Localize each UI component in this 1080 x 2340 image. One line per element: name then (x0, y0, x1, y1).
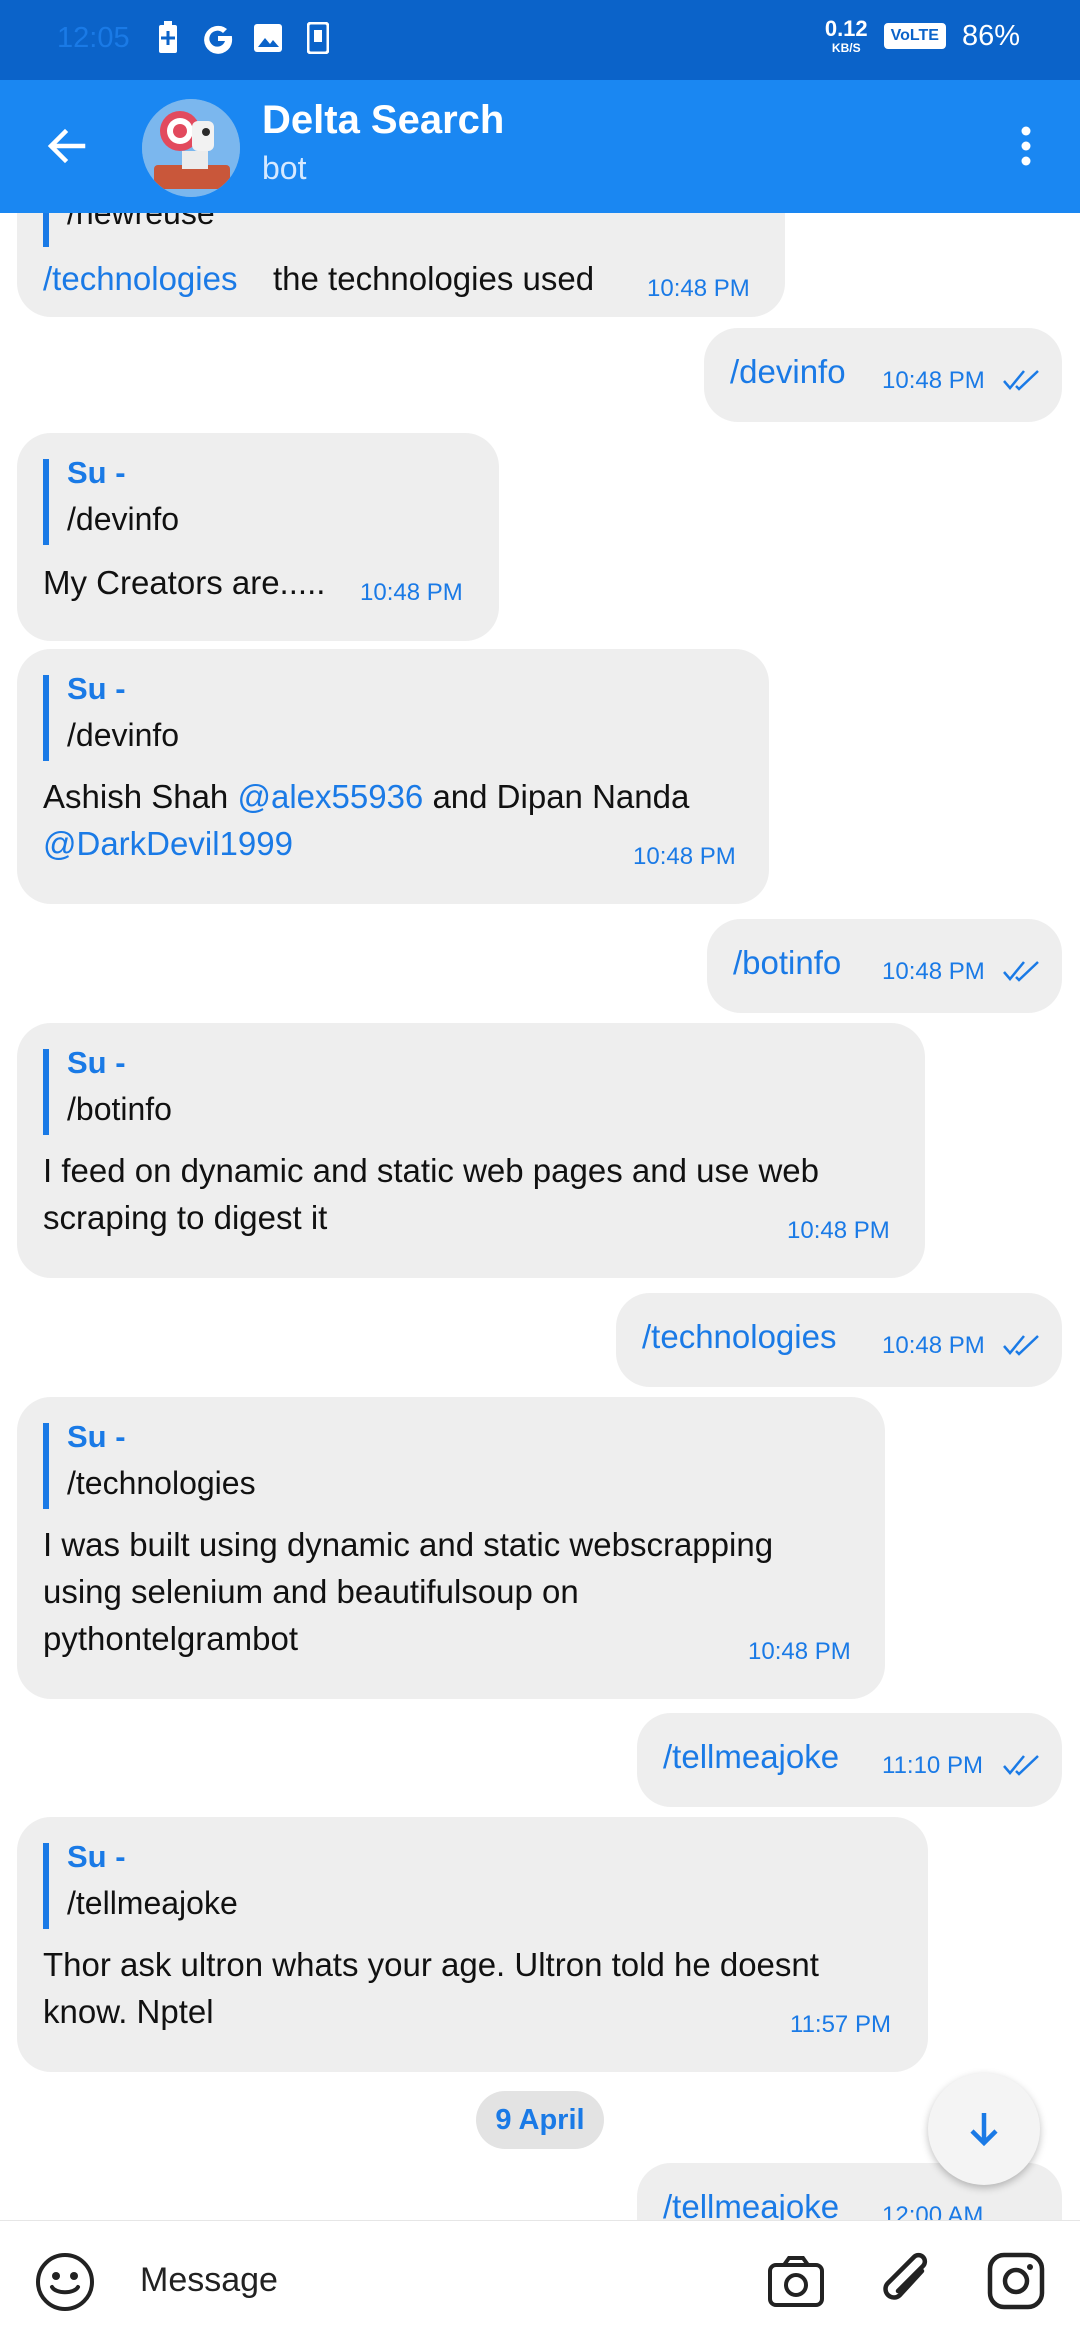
message-bubble-incoming[interactable]: Su - /devinfo My Creators are..... 10:48… (17, 433, 499, 641)
chat-title[interactable]: Delta Search (262, 98, 504, 143)
emoji-icon[interactable] (34, 2251, 96, 2313)
message-text: Ashish Shah (43, 778, 238, 815)
message-time: 10:48 PM (882, 1332, 985, 1359)
message-bubble-outgoing[interactable]: /botinfo 10:48 PM (707, 919, 1062, 1013)
reply-quote (43, 1423, 49, 1509)
camera-icon[interactable] (766, 2251, 826, 2311)
quote-author: Su - (67, 1045, 126, 1080)
message-text: and Dipan Nanda (423, 778, 690, 815)
status-right: 0.12 KB/S VoLTE 86% (824, 16, 1020, 55)
message-bubble-incoming[interactable]: Su - /technologies I was built using dyn… (17, 1397, 885, 1699)
mention-link[interactable]: @DarkDevil1999 (43, 820, 293, 867)
net-speed: 0.12 KB/S (824, 16, 868, 55)
chat-header: Delta Search bot (0, 80, 1080, 213)
reply-quote (43, 675, 49, 761)
message-text: I was built using dynamic and static web… (43, 1526, 774, 1563)
avatar[interactable] (142, 99, 240, 197)
message-text: I feed on dynamic and static web pages a… (43, 1152, 819, 1189)
message-time: 10:48 PM (647, 275, 750, 302)
quote-text: /devinfo (67, 501, 180, 537)
command-link[interactable]: /devinfo (730, 348, 846, 395)
double-check-icon (1003, 370, 1039, 391)
back-button[interactable] (34, 114, 98, 178)
status-time: 12:05 (57, 22, 130, 54)
quote-text: /devinfo (67, 717, 180, 753)
phone-notification-icon (302, 20, 334, 56)
message-text-line: Ashish Shah @alex55936 and Dipan Nanda (43, 773, 689, 820)
reply-quote (43, 459, 49, 545)
message-text: scraping to digest it (43, 1199, 328, 1236)
message-input-bar (0, 2220, 1080, 2340)
more-options-button[interactable] (994, 114, 1058, 178)
double-check-icon (1003, 961, 1039, 982)
gallery-icon (252, 20, 284, 56)
command-link[interactable]: /tellmeajoke (663, 2183, 839, 2220)
command-link[interactable]: /technologies (642, 1313, 836, 1360)
mention-link[interactable]: @alex55936 (237, 778, 423, 815)
quote-author: Su - (67, 671, 126, 706)
message-bubble-incoming[interactable]: Su - /botinfo I feed on dynamic and stat… (17, 1023, 925, 1278)
message-time: 10:48 PM (360, 579, 463, 606)
message-text: Thor ask ultron whats your age. Ultron t… (43, 1946, 819, 1983)
message-time: 10:48 PM (882, 958, 985, 985)
quote-text: /technologies (67, 1465, 256, 1501)
message-bubble-incoming[interactable]: Su - /tellmeajoke Thor ask ultron whats … (17, 1817, 928, 2072)
message-time: 10:48 PM (748, 1638, 851, 1665)
quote-text: /newreuse (67, 213, 215, 231)
quote-text: /tellmeajoke (67, 1885, 238, 1921)
battery-saver-icon (152, 20, 184, 56)
quote-text: /botinfo (67, 1091, 172, 1127)
message-text: know. Nptel (43, 1993, 214, 2030)
reply-quote (43, 213, 49, 247)
command-link[interactable]: /tellmeajoke (663, 1733, 839, 1780)
message-time: 11:57 PM (790, 2011, 891, 2038)
instagram-icon[interactable] (986, 2251, 1046, 2311)
message-time: 10:48 PM (633, 843, 736, 870)
volte-badge: VoLTE (883, 23, 946, 49)
message-bubble-outgoing[interactable]: /devinfo 10:48 PM (704, 328, 1062, 422)
quote-author: Su - (67, 1419, 126, 1454)
double-check-icon (1003, 1335, 1039, 1356)
message-text: the technologies used (273, 260, 595, 297)
chat-area[interactable]: /newreuse /technologies the technologies… (0, 213, 1080, 2220)
arrow-left-icon (47, 128, 86, 164)
robot-avatar-icon (142, 99, 240, 197)
quote-author: Su - (67, 1839, 126, 1874)
net-speed-value: 0.12 (824, 16, 868, 41)
date-separator: 9 April (476, 2091, 604, 2149)
message-time: 10:48 PM (787, 1217, 890, 1244)
message-bubble-incoming[interactable]: Su - /devinfo Ashish Shah @alex55936 and… (17, 649, 769, 904)
message-text: pythontelgrambot (43, 1620, 298, 1657)
arrow-down-icon (970, 2113, 998, 2147)
message-text: My Creators are..... (43, 564, 326, 601)
message-bubble-outgoing[interactable]: /technologies 10:48 PM (616, 1293, 1062, 1387)
double-check-icon (1003, 1755, 1039, 1776)
reply-quote (43, 1843, 49, 1929)
chat-subtitle: bot (262, 150, 307, 186)
google-icon (202, 20, 234, 56)
message-bubble-incoming[interactable]: /newreuse /technologies the technologies… (17, 213, 785, 317)
scroll-to-bottom-button[interactable] (928, 2073, 1040, 2185)
net-speed-unit: KB/S (831, 41, 861, 55)
message-input[interactable] (140, 2245, 720, 2315)
more-vertical-icon (1021, 126, 1031, 166)
message-time: 10:48 PM (882, 367, 985, 394)
battery-percent: 86% (961, 19, 1020, 52)
message-bubble-outgoing[interactable]: /tellmeajoke 11:10 PM (637, 1713, 1062, 1807)
message-time: 11:10 PM (882, 1752, 983, 1779)
status-bar: 12:05 0.12 KB/S VoLTE 86% (0, 0, 1080, 80)
command-link[interactable]: /botinfo (733, 939, 841, 986)
attach-icon[interactable] (878, 2249, 938, 2313)
message-time: 12:00 AM (882, 2202, 984, 2220)
reply-quote (43, 1049, 49, 1135)
command-link[interactable]: /technologies (43, 255, 237, 302)
message-text: using selenium and beautifulsoup on (43, 1573, 579, 1610)
quote-author: Su - (67, 455, 126, 490)
status-icons (152, 20, 334, 56)
